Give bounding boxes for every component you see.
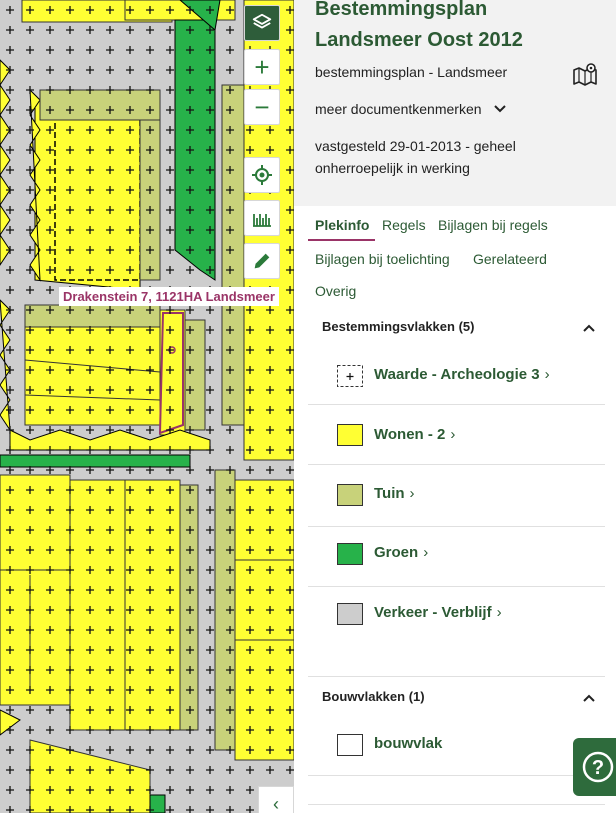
plan-title: Bestemmingsplan Landsmeer Oost 2012 — [315, 0, 523, 51]
swatch-bouwvlak — [337, 734, 363, 756]
locate-button[interactable] — [244, 157, 280, 193]
chevron-right-icon: › — [409, 485, 415, 502]
layers-button[interactable] — [244, 5, 280, 41]
section-divider — [308, 804, 605, 805]
chevron-up-icon[interactable] — [582, 323, 596, 333]
map-pin-icon[interactable] — [572, 62, 598, 86]
section-title-bestemmingsvlakken: Bestemmingsvlakken (5) — [322, 319, 475, 334]
chevron-left-icon: ‹ — [273, 793, 279, 813]
legend-label: Tuin › — [374, 485, 415, 502]
legend-item[interactable]: bouwvlak — [308, 716, 605, 776]
plan-subtitle: bestemmingsplan - Landsmeer — [315, 64, 508, 80]
help-button[interactable]: ? — [573, 738, 616, 796]
draw-button[interactable] — [244, 243, 280, 279]
tab-gerelateerd[interactable]: Gerelateerd — [473, 251, 547, 267]
address-label: Drakenstein 7, 1121HA Landsmeer — [59, 287, 279, 306]
chevron-right-icon: › — [450, 426, 456, 443]
swatch-verkeer — [337, 603, 363, 625]
swatch-groen — [337, 543, 363, 565]
legend-item[interactable]: Wonen - 2 › — [308, 405, 605, 465]
ruler-icon — [253, 214, 271, 227]
legend-item[interactable]: Groen › — [308, 527, 605, 587]
help-icon: ? — [582, 751, 614, 783]
swatch-archeologie — [337, 365, 363, 387]
chevron-right-icon: › — [544, 366, 550, 383]
section-divider — [308, 676, 605, 677]
chevron-down-icon — [494, 105, 507, 113]
zoom-in-button[interactable]: + — [244, 49, 280, 85]
minus-icon: − — [254, 92, 270, 122]
plus-icon: + — [254, 52, 270, 82]
section-title-bouwvlakken: Bouwvlakken (1) — [322, 689, 425, 704]
svg-text:?: ? — [592, 757, 604, 779]
legend-item[interactable]: Waarde - Archeologie 3 › — [308, 345, 605, 405]
plan-status: vastgesteld 29-01-2013 - geheel onherroe… — [315, 138, 516, 176]
legend-label: Waarde - Archeologie 3 › — [374, 366, 550, 383]
legend-item[interactable]: Verkeer - Verblijf › — [308, 587, 605, 647]
tab-bijlagen-toelichting[interactable]: Bijlagen bij toelichting — [315, 251, 450, 267]
legend-label: Groen › — [374, 544, 429, 561]
plan-header: Bestemmingsplan Landsmeer Oost 2012 best… — [294, 0, 616, 206]
legend-item[interactable]: Tuin › — [308, 467, 605, 527]
zoom-out-button[interactable]: − — [244, 89, 280, 125]
tab-regels[interactable]: Regels — [382, 217, 426, 233]
layers-icon — [252, 13, 272, 29]
chevron-up-icon[interactable] — [582, 693, 596, 703]
chevron-right-icon: › — [423, 544, 429, 561]
legend-label: Verkeer - Verblijf › — [374, 604, 502, 621]
legend-label: bouwvlak — [374, 735, 443, 752]
more-properties-label: meer documentkenmerken — [315, 101, 482, 117]
more-properties-toggle[interactable]: meer documentkenmerken — [315, 101, 507, 117]
collapse-panel-button[interactable]: ‹ — [258, 786, 294, 813]
swatch-tuin — [337, 484, 363, 506]
swatch-wonen — [337, 424, 363, 446]
crosshair-icon — [252, 165, 272, 185]
active-tab-indicator — [308, 239, 375, 241]
measure-button[interactable] — [244, 200, 280, 236]
tab-plekinfo[interactable]: Plekinfo — [315, 217, 369, 233]
tab-overig[interactable]: Overig — [315, 283, 356, 299]
tab-bijlagen-regels[interactable]: Bijlagen bij regels — [438, 217, 548, 233]
map-view[interactable]: Drakenstein 7, 1121HA Landsmeer + − ‹ — [0, 0, 294, 813]
pencil-icon — [254, 253, 270, 269]
legend-label: Wonen - 2 › — [374, 426, 456, 443]
chevron-right-icon: › — [496, 604, 502, 621]
info-panel: Bestemmingsplan Landsmeer Oost 2012 best… — [294, 0, 616, 813]
